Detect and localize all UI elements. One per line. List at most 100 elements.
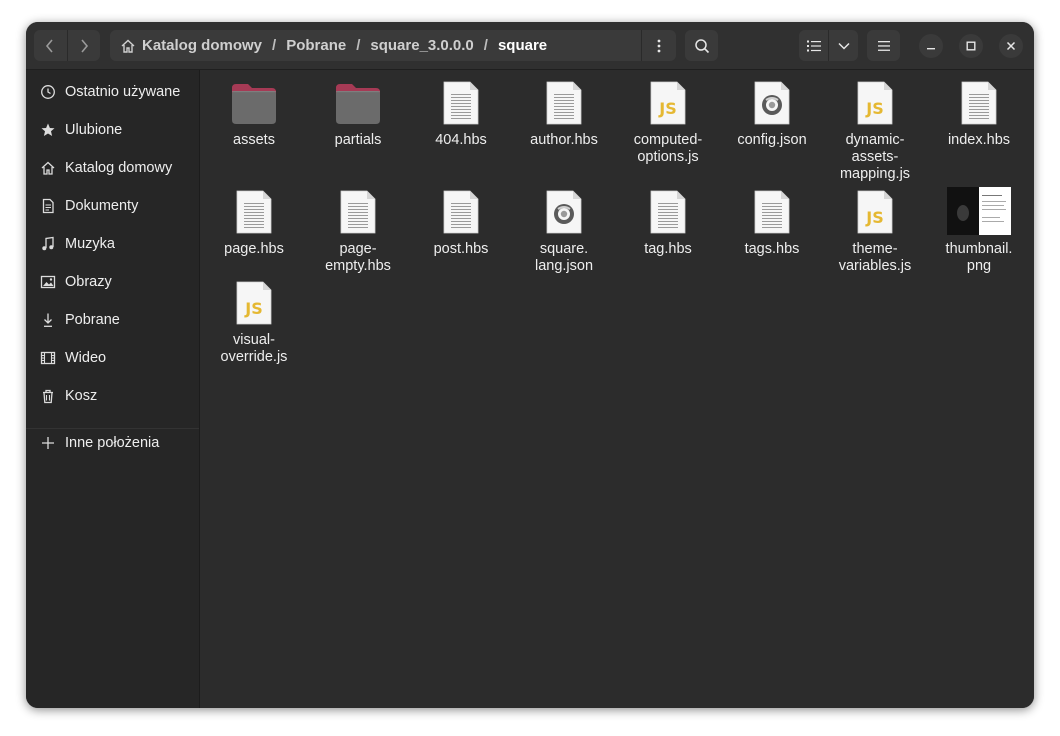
sidebar-item-label: Muzyka [65, 236, 115, 252]
file-item[interactable]: config.json [722, 78, 822, 149]
view-options-dropdown[interactable] [828, 30, 858, 61]
js-badge-label: JS [659, 99, 677, 118]
text-file-icon [411, 187, 511, 235]
file-name: page- empty.hbs [325, 241, 391, 274]
breadcrumb-separator: / [272, 37, 277, 54]
sidebar-item-other-locations[interactable]: Inne położenia [26, 426, 199, 460]
breadcrumb-downloads[interactable]: Pobrane [286, 37, 346, 54]
file-name: 404.hbs [435, 132, 487, 148]
forward-button[interactable] [66, 30, 101, 61]
sidebar-item-label: Dokumenty [65, 198, 139, 214]
download-icon [39, 311, 57, 329]
sidebar-item-label: Ulubione [65, 122, 123, 138]
sidebar-item-label: Kosz [65, 388, 98, 404]
breadcrumb-current[interactable]: square [498, 37, 547, 54]
file-item[interactable]: JS visual- override.js [204, 278, 304, 366]
file-item[interactable]: JS theme- variables.js [825, 187, 925, 275]
file-item[interactable]: tag.hbs [618, 187, 718, 258]
file-name: theme- variables.js [838, 241, 912, 274]
file-name: computed- options.js [633, 132, 703, 165]
file-item[interactable]: thumbnail. png [929, 187, 1029, 275]
file-name: visual- override.js [220, 332, 288, 365]
file-manager-window: Katalog domowy / Pobrane / square_3.0.0.… [26, 22, 1034, 708]
sidebar-item-label: Obrazy [65, 274, 112, 290]
file-name: config.json [737, 132, 807, 148]
main-menu-button[interactable] [867, 30, 900, 61]
home-icon [39, 159, 57, 177]
breadcrumb-home[interactable]: Katalog domowy [142, 37, 262, 54]
navigation-buttons [34, 30, 100, 61]
maximize-button[interactable] [959, 34, 983, 58]
sidebar-item-trash[interactable]: Kosz [26, 379, 199, 413]
maximize-icon [966, 41, 976, 51]
file-item[interactable]: post.hbs [411, 187, 511, 258]
search-icon [694, 38, 709, 53]
sidebar-item-favorites[interactable]: Ulubione [26, 113, 199, 147]
file-name: partials [334, 132, 382, 148]
breadcrumb-separator: / [356, 37, 361, 54]
plus-icon [39, 434, 57, 452]
sidebar-item-downloads[interactable]: Pobrane [26, 303, 199, 337]
file-item[interactable]: page.hbs [204, 187, 304, 258]
file-item[interactable]: JS dynamic- assets- mapping.js [825, 78, 925, 183]
text-file-icon [618, 187, 718, 235]
list-view-button[interactable] [799, 30, 828, 61]
text-file-icon [514, 78, 614, 126]
text-file-icon [722, 187, 822, 235]
chevron-down-icon [837, 42, 850, 50]
file-grid: assets partials 404.hbs author.hbs JS compute… [200, 70, 1034, 708]
sidebar-item-label: Ostatnio używane [65, 84, 181, 100]
text-file-icon [929, 78, 1029, 126]
path-menu-button[interactable] [641, 30, 676, 61]
breadcrumb-separator: / [483, 37, 488, 54]
folder-item[interactable]: partials [308, 78, 408, 149]
file-item[interactable]: tags.hbs [722, 187, 822, 258]
file-name: tag.hbs [644, 241, 692, 257]
file-item[interactable]: index.hbs [929, 78, 1029, 149]
file-item[interactable]: JS computed- options.js [618, 78, 718, 166]
close-icon [1006, 41, 1016, 51]
image-thumbnail-icon [929, 187, 1029, 235]
back-button[interactable] [34, 30, 67, 61]
file-name: thumbnail. png [945, 241, 1013, 274]
file-name: tags.hbs [744, 241, 800, 257]
sidebar-item-home[interactable]: Katalog domowy [26, 151, 199, 185]
sidebar-item-label: Inne położenia [65, 435, 160, 451]
file-item[interactable]: 404.hbs [411, 78, 511, 149]
javascript-file-icon: JS [825, 78, 925, 126]
sidebar-item-music[interactable]: Muzyka [26, 227, 199, 261]
text-file-icon [411, 78, 511, 126]
file-name: assets [233, 132, 275, 148]
sidebar-item-documents[interactable]: Dokumenty [26, 189, 199, 223]
search-button[interactable] [685, 30, 718, 61]
json-file-icon [722, 78, 822, 126]
breadcrumb: Katalog domowy / Pobrane / square_3.0.0.… [110, 37, 547, 54]
file-item[interactable]: page- empty.hbs [308, 187, 408, 275]
sidebar-item-videos[interactable]: Wideo [26, 341, 199, 375]
document-icon [39, 197, 57, 215]
javascript-file-icon: JS [825, 187, 925, 235]
file-name: post.hbs [433, 241, 489, 257]
minimize-button[interactable] [919, 34, 943, 58]
sidebar-item-label: Wideo [65, 350, 107, 366]
file-item[interactable]: author.hbs [514, 78, 614, 149]
sidebar: Ostatnio używane Ulubione Katalog domowy… [26, 70, 200, 708]
folder-icon [204, 78, 304, 126]
folder-item[interactable]: assets [204, 78, 304, 149]
sidebar-item-recent[interactable]: Ostatnio używane [26, 75, 199, 109]
js-badge-label: JS [866, 99, 884, 118]
header-bar: Katalog domowy / Pobrane / square_3.0.0.… [26, 22, 1034, 70]
sidebar-item-pictures[interactable]: Obrazy [26, 265, 199, 299]
js-badge-label: JS [866, 208, 884, 227]
text-file-icon [204, 187, 304, 235]
sidebar-item-label: Katalog domowy [65, 160, 173, 176]
breadcrumb-square-version[interactable]: square_3.0.0.0 [370, 37, 473, 54]
chevron-right-icon [81, 38, 88, 53]
json-file-icon [514, 187, 614, 235]
file-name: page.hbs [224, 241, 284, 257]
file-name: dynamic- assets- mapping.js [839, 132, 911, 182]
music-icon [39, 235, 57, 253]
javascript-file-icon: JS [618, 78, 718, 126]
close-button[interactable] [999, 34, 1023, 58]
file-item[interactable]: square. lang.json [514, 187, 614, 275]
